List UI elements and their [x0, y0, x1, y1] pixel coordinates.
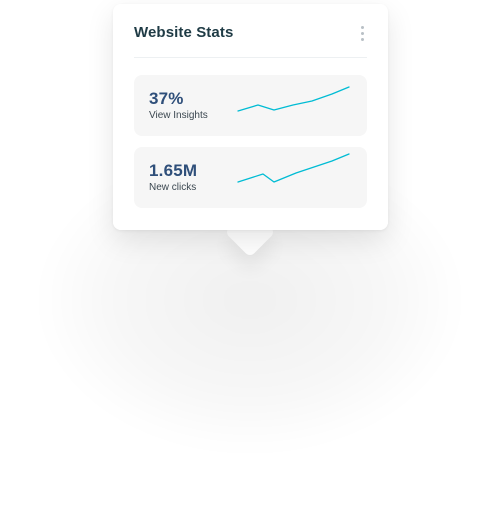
card-divider: [134, 57, 367, 58]
more-vertical-icon[interactable]: [359, 26, 367, 42]
sparkline-chart: [237, 86, 350, 112]
website-stats-card: Website Stats 37% View Insights 1.65M Ne…: [113, 4, 388, 230]
metric-view-insights[interactable]: 37% View Insights: [134, 75, 367, 136]
card-title: Website Stats: [134, 24, 234, 41]
stage: Website Stats 37% View Insights 1.65M Ne…: [0, 0, 500, 508]
sparkline-chart: [237, 153, 350, 183]
metric-value: 37%: [149, 89, 184, 108]
metric-new-clicks[interactable]: 1.65M New clicks: [134, 147, 367, 208]
metric-label: New clicks: [149, 182, 197, 193]
card-body: Website Stats 37% View Insights 1.65M Ne…: [113, 4, 388, 230]
sparkline-line: [237, 153, 350, 183]
metric-value: 1.65M: [149, 161, 198, 180]
metric-label: View Insights: [149, 110, 208, 121]
sparkline-line: [237, 86, 350, 112]
